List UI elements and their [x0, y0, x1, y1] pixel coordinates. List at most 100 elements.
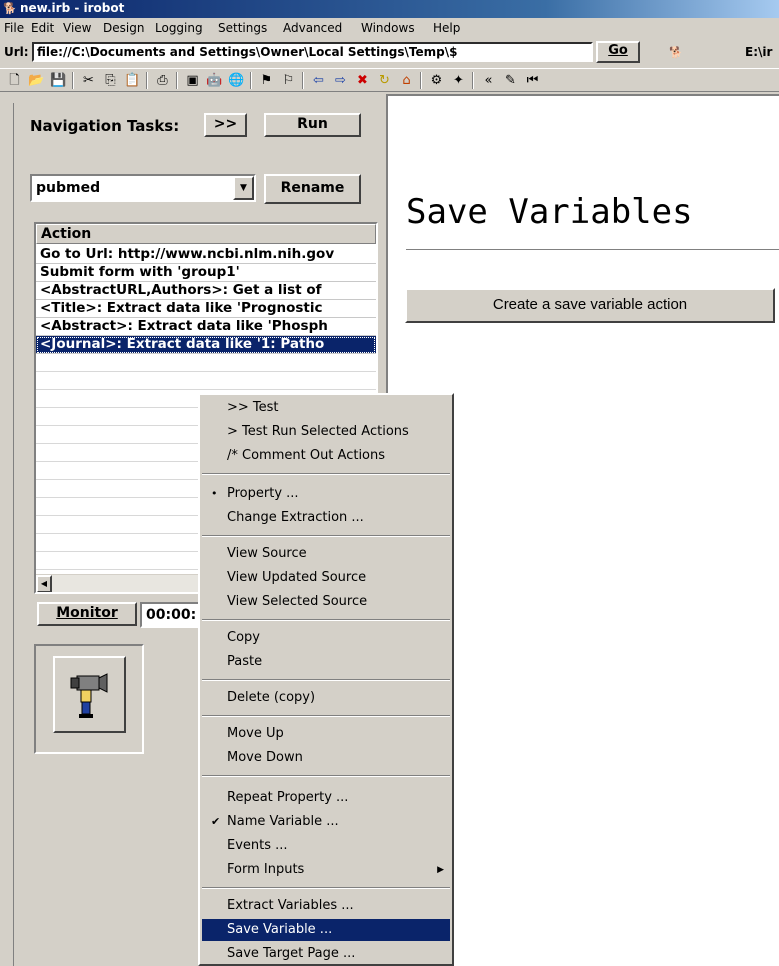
expand-button[interactable]: >> — [204, 113, 247, 137]
menu-item-copy[interactable]: Copy — [202, 627, 450, 649]
toolbar-separator — [302, 72, 304, 89]
mark-icon[interactable]: ✦ — [450, 72, 467, 89]
menu-item-change-extraction[interactable]: Change Extraction ... — [202, 507, 450, 529]
monitor-label: Monitor — [56, 605, 118, 621]
action-row[interactable]: <Title>: Extract data like 'Prognostic — [36, 300, 376, 318]
chevron-down-icon[interactable]: ▼ — [233, 176, 254, 200]
url-bar: Url: file://C:\Documents and Settings\Ow… — [0, 40, 779, 66]
menu-item-label: Change Extraction ... — [227, 510, 364, 525]
menu-file[interactable]: File — [4, 21, 24, 35]
rewind-icon[interactable]: ⏮ — [524, 72, 541, 89]
menu-bar: File Edit View Design Logging Settings A… — [0, 18, 779, 38]
menu-item-save-variable[interactable]: Save Variable ... — [202, 919, 450, 941]
menu-item-label: Name Variable ... — [227, 814, 339, 829]
menu-item-label: Copy — [227, 630, 260, 645]
print-icon[interactable]: ⎙ — [154, 72, 171, 89]
video-camera-icon — [70, 673, 108, 718]
monitor-button[interactable]: Monitor — [37, 602, 137, 626]
toolbar-separator — [250, 72, 252, 89]
menu-item-comment-out[interactable]: /* Comment Out Actions — [202, 445, 450, 467]
robot-icon[interactable]: 🤖 — [206, 72, 223, 89]
rename-button[interactable]: Rename — [264, 174, 361, 204]
context-menu: >> Test > Test Run Selected Actions /* C… — [198, 393, 454, 966]
menu-item-extract-variables[interactable]: Extract Variables ... — [202, 895, 450, 917]
record-icon[interactable]: ⚑ — [258, 72, 275, 89]
menu-logging[interactable]: Logging — [155, 21, 203, 35]
menu-view[interactable]: View — [63, 21, 91, 35]
action-row[interactable]: <AbstractURL,Authors>: Get a list of — [36, 282, 376, 300]
menu-item-label: Extract Variables ... — [227, 898, 354, 913]
menu-item-label: Move Up — [227, 726, 284, 741]
menu-advanced[interactable]: Advanced — [283, 21, 342, 35]
empty-row[interactable] — [36, 372, 376, 390]
menu-item-label: Events ... — [227, 838, 288, 853]
menu-item-property[interactable]: • Property ... — [202, 483, 450, 505]
globe-icon[interactable]: 🌐 — [228, 72, 245, 89]
submenu-arrow-icon: ▶ — [437, 865, 444, 875]
menu-item-form-inputs[interactable]: Form Inputs ▶ — [202, 859, 450, 881]
menu-item-label: Property ... — [227, 486, 299, 501]
menu-item-move-up[interactable]: Move Up — [202, 723, 450, 745]
stop-icon[interactable]: ✖ — [354, 72, 371, 89]
action-row[interactable]: Submit form with 'group1' — [36, 264, 376, 282]
menu-item-name-variable[interactable]: ✔ Name Variable ... — [202, 811, 450, 833]
menu-item-move-down[interactable]: Move Down — [202, 747, 450, 769]
menu-separator — [202, 473, 450, 475]
checkmark-icon: ✔ — [211, 815, 221, 828]
forward-icon[interactable]: ⇨ — [332, 72, 349, 89]
menu-design[interactable]: Design — [103, 21, 144, 35]
menu-item-view-selected-source[interactable]: View Selected Source — [202, 591, 450, 613]
menu-item-view-source[interactable]: View Source — [202, 543, 450, 565]
action-row-selected[interactable]: <Journal>: Extract data like '1: Patho — [36, 336, 376, 354]
menu-item-label: > Test Run Selected Actions — [227, 424, 409, 439]
window-icon[interactable]: ▣ — [184, 72, 201, 89]
menu-item-save-target-page[interactable]: Save Target Page ... — [202, 943, 450, 965]
step-back-icon[interactable]: « — [480, 72, 497, 89]
url-label: Url: — [4, 45, 29, 59]
menu-separator — [202, 775, 450, 777]
menu-item-paste[interactable]: Paste — [202, 651, 450, 673]
task-select[interactable]: pubmed ▼ — [30, 174, 256, 202]
copy-icon[interactable]: ⎘ — [102, 72, 119, 89]
menu-item-label: Save Target Page ... — [227, 946, 356, 961]
action-column-header[interactable]: Action — [36, 224, 376, 244]
play-icon[interactable]: ⚐ — [280, 72, 297, 89]
menu-item-test[interactable]: >> Test — [202, 397, 450, 419]
action-row[interactable]: <Abstract>: Extract data like 'Phosph — [36, 318, 376, 336]
window-title: new.irb - irobot — [20, 1, 125, 15]
menu-item-label: Move Down — [227, 750, 303, 765]
new-file-icon[interactable]: 🗋 — [6, 72, 23, 89]
dog-icon[interactable]: 🐕 — [669, 46, 683, 59]
toolbar-separator — [472, 72, 474, 89]
menu-windows[interactable]: Windows — [361, 21, 415, 35]
run-button[interactable]: Run — [264, 113, 361, 137]
menu-item-test-run-selected[interactable]: > Test Run Selected Actions — [202, 421, 450, 443]
action-row[interactable]: Go to Url: http://www.ncbi.nlm.nih.gov — [36, 246, 376, 264]
menu-item-repeat-property[interactable]: Repeat Property ... — [202, 787, 450, 809]
save-icon[interactable]: 💾 — [50, 72, 67, 89]
menu-edit[interactable]: Edit — [31, 21, 54, 35]
cut-icon[interactable]: ✂ — [80, 72, 97, 89]
create-save-variable-button[interactable]: Create a save variable action — [405, 288, 775, 323]
menu-item-label: Delete (copy) — [227, 690, 316, 705]
open-folder-icon[interactable]: 📂 — [28, 72, 45, 89]
pen-icon[interactable]: ✎ — [502, 72, 519, 89]
extract-icon[interactable]: ⚙ — [428, 72, 445, 89]
camera-button[interactable] — [53, 656, 126, 733]
menu-item-delete[interactable]: Delete (copy) — [202, 687, 450, 709]
go-button[interactable]: Go — [596, 41, 640, 63]
menu-item-label: Repeat Property ... — [227, 790, 349, 805]
menu-item-label: Form Inputs — [227, 862, 305, 877]
go-label: Go — [608, 43, 628, 58]
back-icon[interactable]: ⇦ — [310, 72, 327, 89]
menu-settings[interactable]: Settings — [218, 21, 267, 35]
menu-item-view-updated-source[interactable]: View Updated Source — [202, 567, 450, 589]
scroll-left-icon[interactable]: ◀ — [36, 575, 52, 592]
paste-icon[interactable]: 📋 — [124, 72, 141, 89]
refresh-icon[interactable]: ↻ — [376, 72, 393, 89]
menu-help[interactable]: Help — [433, 21, 460, 35]
home-icon[interactable]: ⌂ — [398, 72, 415, 89]
url-input[interactable]: file://C:\Documents and Settings\Owner\L… — [32, 42, 593, 62]
menu-item-events[interactable]: Events ... — [202, 835, 450, 857]
empty-row[interactable] — [36, 354, 376, 372]
